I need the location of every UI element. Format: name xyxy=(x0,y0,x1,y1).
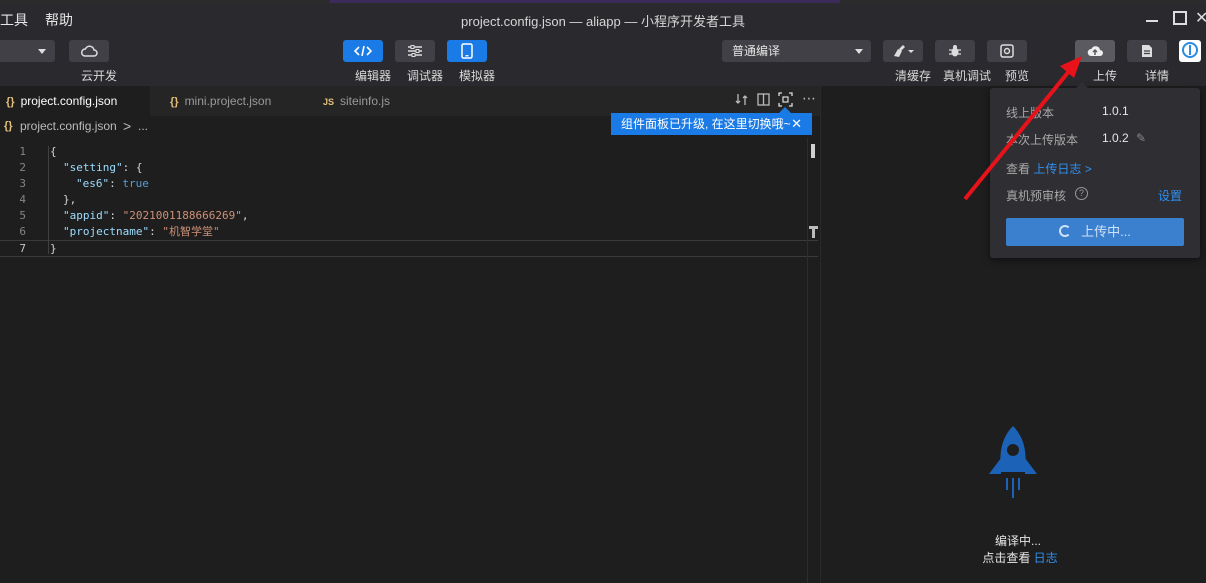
debugger-button[interactable] xyxy=(395,40,435,62)
cloud-upload-icon xyxy=(1087,46,1103,56)
tab-label: mini.project.json xyxy=(184,94,272,108)
uploading-label: 上传中... xyxy=(1081,224,1131,239)
json-icon: {} xyxy=(6,96,15,108)
preview-icon xyxy=(1000,44,1014,58)
js-icon: JS xyxy=(323,97,335,107)
tab-label: project.config.json xyxy=(20,94,118,108)
upload-version-label: 本次上传版本 xyxy=(1006,133,1079,147)
tab-label: siteinfo.js xyxy=(340,94,391,108)
code-line: 5 "appid": "2021001188666269", xyxy=(19,209,249,222)
sliders-icon xyxy=(408,45,422,57)
uploading-button[interactable]: 上传中... xyxy=(1006,218,1184,246)
preview-label: 预览 xyxy=(1004,69,1029,83)
editor-scrollbar[interactable] xyxy=(807,138,820,583)
compare-icon[interactable] xyxy=(735,93,748,111)
title-bar: 工具 帮助 project.config.json — aliapp — 小程序… xyxy=(0,4,1206,34)
breadcrumb-more[interactable]: ... xyxy=(138,116,148,136)
cloud-dev-button[interactable] xyxy=(69,40,109,62)
code-line: 6 "projectname": "机智学堂" xyxy=(19,225,220,238)
json-icon: {} xyxy=(4,120,13,132)
details-button[interactable] xyxy=(1127,40,1167,62)
code-line: 1{ xyxy=(19,145,57,158)
settings-link[interactable]: 设置 xyxy=(1158,187,1182,204)
close-icon[interactable]: ✕ xyxy=(791,113,802,135)
logo-icon xyxy=(1182,42,1198,58)
chevron-down-icon xyxy=(855,49,863,54)
window-title: project.config.json — aliapp — 小程序开发者工具 xyxy=(461,14,745,29)
clear-cache-label: 清缓存 xyxy=(894,69,931,83)
editor-tabs: {} project.config.json {} mini.project.jso… xyxy=(0,86,820,116)
upload-log-link[interactable]: 上传日志 > xyxy=(1033,162,1091,176)
code-editor[interactable]: 1{ 2 "setting": { 3 "es6": true 4}, 5 "appi… xyxy=(0,138,820,583)
tab-project-config[interactable]: {} project.config.json xyxy=(0,86,150,116)
chevron-down-icon xyxy=(38,49,46,54)
indent-guide xyxy=(48,146,49,254)
breadcrumb-file[interactable]: project.config.json xyxy=(20,116,117,136)
component-panel-tooltip: 组件面板已升级, 在这里切换哦~ ✕ xyxy=(611,107,812,135)
compile-mode-select[interactable]: 普通编译 xyxy=(722,40,871,62)
view-log-text: 点击查看 日志 xyxy=(982,551,1058,565)
split-editor-icon[interactable] xyxy=(757,93,770,111)
view-label: 查看 xyxy=(1006,162,1031,176)
debugger-label: 调试器 xyxy=(406,69,443,83)
minimize-icon[interactable] xyxy=(1146,14,1158,22)
clear-cache-button[interactable] xyxy=(883,40,923,62)
cloud-dev-label: 云开发 xyxy=(80,69,117,83)
document-icon xyxy=(1142,45,1152,57)
avatar[interactable] xyxy=(1179,40,1201,62)
details-label: 详情 xyxy=(1144,69,1169,83)
close-window-icon[interactable]: ✕ xyxy=(1195,8,1206,28)
more-icon[interactable]: ⋯ xyxy=(802,90,816,107)
online-version-label: 线上版本 xyxy=(1006,106,1055,120)
top-accent xyxy=(330,0,840,3)
text-cursor-icon-stem xyxy=(812,226,815,238)
phone-icon xyxy=(461,43,473,59)
simulator-label: 模拟器 xyxy=(458,69,495,83)
help-icon[interactable]: ? xyxy=(1075,187,1088,200)
simulator-log-link[interactable]: 日志 xyxy=(1034,551,1058,565)
upload-button[interactable] xyxy=(1075,40,1115,62)
preview-button[interactable] xyxy=(987,40,1027,62)
rocket-icon xyxy=(989,426,1037,498)
cloud-icon xyxy=(80,45,98,57)
scroll-thumb[interactable] xyxy=(811,144,815,158)
tab-siteinfo[interactable]: JS siteinfo.js xyxy=(323,86,390,116)
maximize-icon[interactable] xyxy=(1173,11,1187,25)
precheck-label: 真机预审核 xyxy=(1006,189,1067,203)
project-select[interactable] xyxy=(0,40,55,62)
code-icon xyxy=(354,45,372,57)
bug-icon xyxy=(949,45,961,57)
pencil-icon[interactable]: ✎ xyxy=(1136,131,1146,145)
simulator-button[interactable] xyxy=(447,40,487,62)
compile-mode-value: 普通编译 xyxy=(732,44,781,58)
json-icon: {} xyxy=(170,96,179,108)
upload-popup: 线上版本 1.0.1 本次上传版本 1.0.2 ✎ 查看 上传日志 > 真机预审… xyxy=(990,82,1200,258)
toolbar: 云开发 编辑器 调试器 模拟器 普通编译 清缓存 真机调试 预览 上传 详情 xyxy=(0,34,1206,86)
brush-icon xyxy=(894,45,914,57)
breadcrumb-separator: > xyxy=(123,118,132,134)
editor-button[interactable] xyxy=(343,40,383,62)
code-line: 2 "setting": { xyxy=(19,161,143,174)
tooltip-text: 组件面板已升级, 在这里切换哦~ xyxy=(621,117,791,131)
upload-version-value[interactable]: 1.0.2 xyxy=(1102,131,1129,145)
code-line: 3 "es6": true xyxy=(19,177,149,190)
spinner-icon xyxy=(1059,225,1072,237)
code-line: 4}, xyxy=(19,193,77,206)
tab-mini-project[interactable]: {} mini.project.json xyxy=(170,86,271,116)
online-version-value: 1.0.1 xyxy=(1102,104,1129,118)
code-line-current: 7} xyxy=(0,240,818,257)
editor-label: 编辑器 xyxy=(354,69,391,83)
device-debug-button[interactable] xyxy=(935,40,975,62)
compile-status: 编译中... xyxy=(994,534,1041,548)
